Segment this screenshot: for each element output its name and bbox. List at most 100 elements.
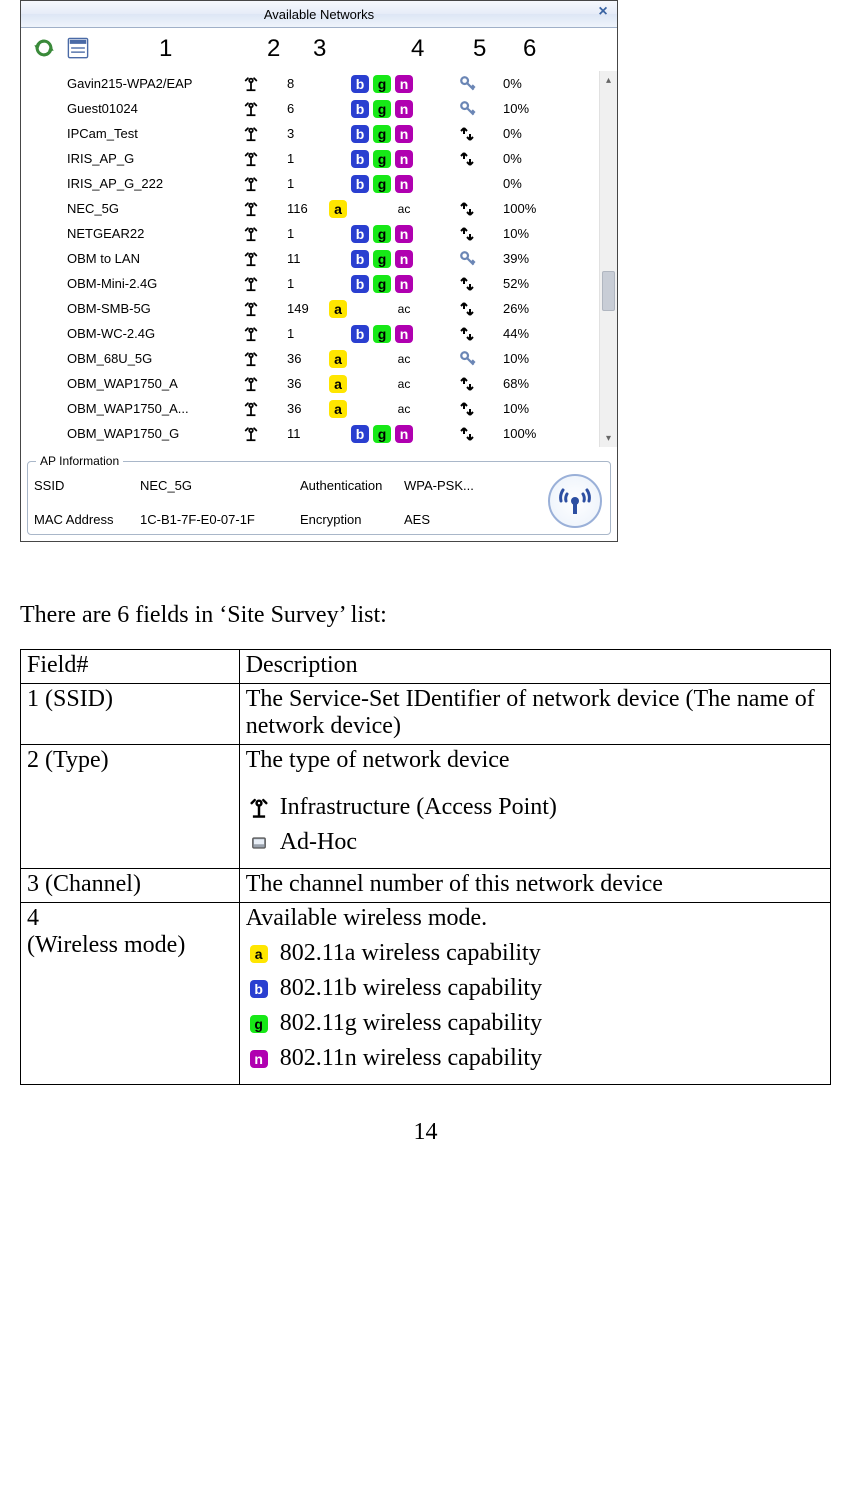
ap-auth-value: WPA-PSK... — [404, 478, 514, 493]
security-cell — [459, 171, 491, 196]
network-row[interactable]: OBM_WAP1750_A...36aac10% — [27, 396, 599, 421]
type-cell — [243, 221, 267, 246]
modes-cell: bgn — [327, 221, 447, 246]
channel-cell: 36 — [287, 396, 327, 421]
row4-field: 4 (Wireless mode) — [21, 903, 240, 1085]
type-cell — [243, 196, 267, 221]
type-cell — [243, 96, 267, 121]
channel-cell: 8 — [287, 71, 327, 96]
network-row[interactable]: OBM to LAN11bgn39% — [27, 246, 599, 271]
type-cell — [243, 371, 267, 396]
modes-cell: bgn — [327, 96, 447, 121]
channel-cell: 1 — [287, 146, 327, 171]
mode-b-icon: b — [246, 976, 272, 1002]
network-row[interactable]: NEC_5G 116aac 100% — [27, 196, 599, 221]
channel-cell: 11 — [287, 246, 327, 271]
page-number: 14 — [20, 1119, 831, 1166]
ssid-cell: OBM-Mini-2.4G — [67, 271, 237, 296]
th-desc: Description — [239, 650, 830, 684]
type-cell — [243, 171, 267, 196]
ap-mac-label: MAC Address — [34, 512, 140, 527]
close-icon[interactable]: × — [593, 3, 613, 23]
dialog-titlebar: Available Networks × — [21, 1, 617, 28]
network-row[interactable]: IRIS_AP_G_2221bgn0% — [27, 171, 599, 196]
ap-ssid-value: NEC_5G — [140, 478, 300, 493]
signal-cell: 10% — [503, 396, 553, 421]
security-cell — [459, 121, 491, 146]
security-cell — [459, 396, 491, 421]
list-view-button[interactable] — [61, 32, 95, 64]
ssid-cell: Guest01024 — [67, 96, 237, 121]
ssid-cell: OBM_68U_5G — [67, 346, 237, 371]
network-row[interactable]: OBM_WAP1750_A36aac68% — [27, 371, 599, 396]
type-cell — [243, 271, 267, 296]
infrastructure-icon — [246, 795, 272, 821]
ssid-cell: NETGEAR22 — [67, 221, 237, 246]
security-cell — [459, 296, 491, 321]
scrollbar-thumb[interactable] — [602, 271, 615, 311]
modes-cell: aac — [327, 296, 447, 321]
security-cell — [459, 146, 491, 171]
network-row[interactable]: OBM_WAP1750_G11bgn100% — [27, 421, 599, 446]
scroll-up-icon[interactable]: ▴ — [600, 71, 617, 89]
signal-cell: 68% — [503, 371, 553, 396]
available-networks-dialog: Available Networks × 123456 Gavin215-WPA… — [20, 0, 618, 542]
network-row[interactable]: NETGEAR221bgn10% — [27, 221, 599, 246]
channel-cell: 11 — [287, 421, 327, 446]
field-description-table: Field# Description 1 (SSID) The Service-… — [20, 649, 831, 1085]
security-cell — [459, 196, 491, 221]
row2-field: 2 (Type) — [21, 745, 240, 869]
security-cell — [459, 96, 491, 121]
security-cell — [459, 421, 491, 446]
scroll-down-icon[interactable]: ▾ — [600, 429, 617, 447]
signal-cell: 0% — [503, 171, 553, 196]
modes-cell: bgn — [327, 121, 447, 146]
channel-cell: 116 — [287, 196, 327, 221]
antenna-icon — [548, 474, 602, 528]
security-cell — [459, 246, 491, 271]
dialog-toolbar — [21, 28, 617, 68]
signal-cell: 100% — [503, 196, 553, 221]
dialog-title: Available Networks — [264, 7, 374, 22]
row2-desc: The type of network device Infrastructur… — [239, 745, 830, 869]
network-row[interactable]: OBM-SMB-5G149aac26% — [27, 296, 599, 321]
channel-cell: 36 — [287, 371, 327, 396]
type-cell — [243, 321, 267, 346]
signal-cell: 0% — [503, 121, 553, 146]
type-cell — [243, 296, 267, 321]
ap-information-panel: AP Information SSID NEC_5G Authenticatio… — [27, 461, 611, 535]
adhoc-icon — [246, 830, 272, 856]
modes-cell: bgn — [327, 246, 447, 271]
network-row[interactable]: Guest010246bgn10% — [27, 96, 599, 121]
type-cell — [243, 346, 267, 371]
network-row[interactable]: IRIS_AP_G1bgn0% — [27, 146, 599, 171]
type-cell — [243, 121, 267, 146]
network-row[interactable]: IPCam_Test3bgn0% — [27, 121, 599, 146]
ssid-cell: NEC_5G — [67, 196, 237, 221]
modes-cell: aac — [327, 196, 447, 221]
modes-cell: bgn — [327, 321, 447, 346]
row1-desc: The Service-Set IDentifier of network de… — [239, 684, 830, 745]
modes-cell: bgn — [327, 71, 447, 96]
vertical-scrollbar[interactable]: ▴ ▾ — [599, 71, 617, 447]
network-list[interactable]: Gavin215-WPA2/EAP8bgn0%Guest010246bgn10%… — [27, 71, 599, 447]
mode-n-icon: n — [246, 1046, 272, 1072]
channel-cell: 3 — [287, 121, 327, 146]
network-row[interactable]: OBM-WC-2.4G1bgn44% — [27, 321, 599, 346]
signal-cell: 39% — [503, 246, 553, 271]
modes-cell: bgn — [327, 171, 447, 196]
network-row[interactable]: OBM_68U_5G36aac10% — [27, 346, 599, 371]
network-row[interactable]: OBM-Mini-2.4G1bgn52% — [27, 271, 599, 296]
channel-cell: 1 — [287, 321, 327, 346]
modes-cell: aac — [327, 346, 447, 371]
refresh-button[interactable] — [27, 32, 61, 64]
network-row[interactable]: Gavin215-WPA2/EAP8bgn0% — [27, 71, 599, 96]
signal-cell: 0% — [503, 71, 553, 96]
ap-auth-label: Authentication — [300, 478, 404, 493]
security-cell — [459, 321, 491, 346]
modes-cell: bgn — [327, 421, 447, 446]
channel-cell: 6 — [287, 96, 327, 121]
signal-cell: 44% — [503, 321, 553, 346]
signal-cell: 26% — [503, 296, 553, 321]
channel-cell: 1 — [287, 171, 327, 196]
